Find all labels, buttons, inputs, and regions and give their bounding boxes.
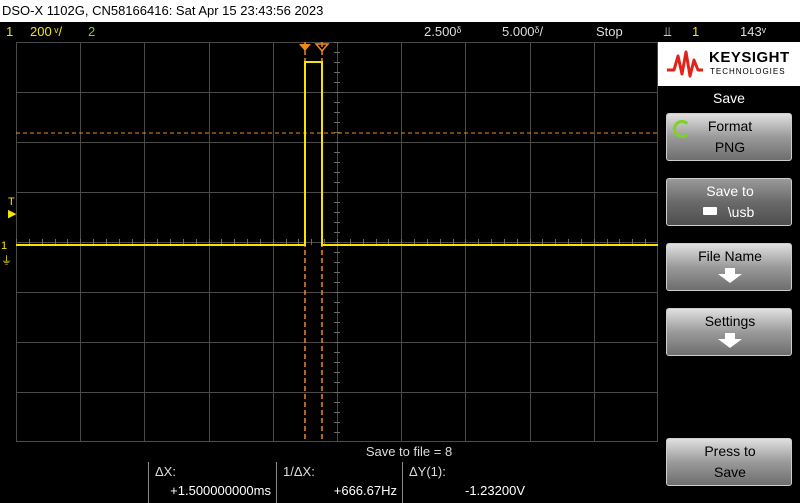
format-softkey[interactable]: Format PNG [666,113,792,161]
softkey-value: PNG [714,139,746,155]
trigger-edge-icon: ⫫ [664,24,672,39]
measurement-dy: ΔY(1): -1.23200V [402,462,531,503]
save-to-file-text: Save to file = 8 [365,444,453,459]
softkey-value: Save [714,464,746,480]
ch1-scale[interactable]: 200 ᵛ/ [30,22,62,42]
logo-text: KEYSIGHT [709,49,790,66]
file-name-softkey[interactable]: File Name [666,243,792,291]
ch1-number[interactable]: 1 [6,22,13,42]
softkey-panel: KEYSIGHT TECHNOLOGIES Save Format PNG Sa… [658,42,800,503]
measurement-label: ΔX: [155,464,176,479]
time-scale[interactable]: 5.000ᵟ/ [502,22,543,42]
measurement-value: -1.23200V [465,483,525,498]
scope-grid [16,42,658,442]
menu-title: Save [713,90,745,106]
measurement-value: +666.67Hz [333,483,397,498]
softkey-label: Save to [706,183,754,199]
trigger-level[interactable]: 143ᵛ [740,22,766,42]
measurement-label: 1/ΔX: [283,464,315,479]
ch1-ground-marker[interactable]: 1 [1,240,7,252]
keysight-wave-icon [667,50,703,78]
settings-softkey[interactable]: Settings [666,308,792,356]
measurement-label: ΔY(1): [409,464,446,479]
press-to-save-softkey[interactable]: Press to Save [666,438,792,486]
save-message: Save to file = 8 [0,442,658,462]
waveform-display[interactable] [16,42,658,442]
measurement-inv-dx: 1/ΔX: +666.67Hz [276,462,403,503]
measurement-value: +1.500000000ms [170,483,271,498]
measurement-dx: ΔX: +1.500000000ms [148,462,277,503]
softkey-value: \usb [727,204,755,220]
ground-icon: ⏚ [1,255,12,267]
window-title: DSO-X 1102G, CN58166416: Sat Apr 15 23:4… [0,0,800,22]
softkey-label: File Name [698,248,762,264]
softkey-label: Format [707,118,753,134]
keysight-logo: KEYSIGHT TECHNOLOGIES [658,42,800,86]
cursor-x1-marker [299,44,311,51]
softkey-label: Press to [704,443,756,459]
logo-subtext: TECHNOLOGIES [710,67,786,76]
status-bar: 1 200 ᵛ/ 2 2.500ᵟ 5.000ᵟ/ Stop ⫫ 1 143ᵛ [0,22,800,42]
cursor-measurements: ΔX: +1.500000000ms 1/ΔX: +666.67Hz ΔY(1)… [0,462,658,503]
arrow-down-icon [718,268,742,283]
ch2-number[interactable]: 2 [88,22,95,42]
run-state[interactable]: Stop [596,22,623,42]
time-delay[interactable]: 2.500ᵟ [424,22,461,42]
arrow-down-icon [718,333,742,348]
softkey-label: Settings [704,313,756,329]
trigger-source[interactable]: 1 [692,22,699,42]
save-to-softkey[interactable]: Save to \usb [666,178,792,226]
